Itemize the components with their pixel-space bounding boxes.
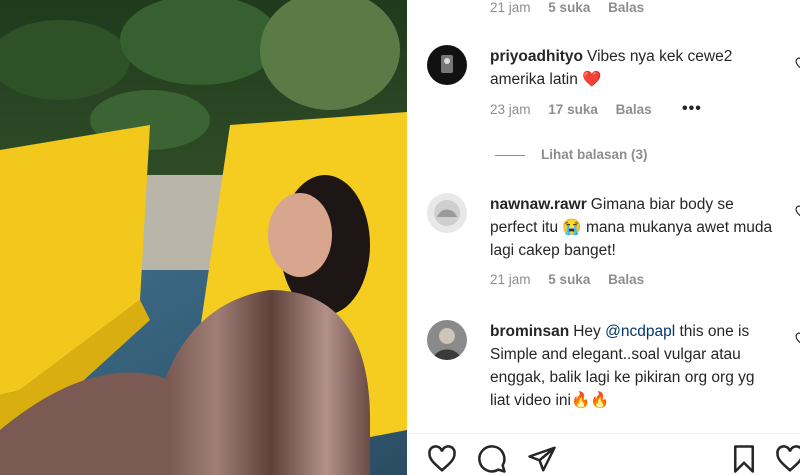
- reply-button[interactable]: Balas: [608, 272, 644, 287]
- reply-button[interactable]: Balas: [608, 0, 644, 15]
- avatar[interactable]: [427, 193, 467, 233]
- comment-time: 21 jam: [490, 272, 531, 287]
- heart-outline-icon[interactable]: [795, 332, 800, 346]
- comment-text: brominsan Hey @ncdpapl this one is Simple…: [490, 320, 775, 412]
- replies-divider: [495, 154, 525, 156]
- bookmark-icon[interactable]: [729, 444, 759, 474]
- avatar[interactable]: [427, 320, 467, 360]
- comment-meta: 21 jam 5 suka Balas: [490, 272, 658, 287]
- more-options-icon[interactable]: •••: [682, 100, 702, 118]
- comment-username[interactable]: nawnaw.rawr: [490, 196, 587, 213]
- post-photo-graphic: [0, 0, 407, 475]
- post-photo: [0, 0, 407, 475]
- heart-outline-icon[interactable]: [775, 444, 800, 474]
- avatar-image: [427, 193, 467, 233]
- action-bar: [407, 434, 800, 475]
- avatar-image: [427, 45, 467, 85]
- send-icon[interactable]: [527, 444, 557, 474]
- heart-icon[interactable]: [427, 444, 457, 474]
- comment-username[interactable]: priyoadhityo: [490, 48, 583, 65]
- comment-likes[interactable]: 5 suka: [548, 272, 590, 287]
- heart-outline-icon[interactable]: [795, 57, 800, 71]
- comment-text: priyoadhityo Vibes nya kek cewe2 amerika …: [490, 45, 775, 91]
- comment-likes[interactable]: 17 suka: [548, 102, 598, 117]
- avatar-image: [427, 320, 467, 360]
- view-replies-button[interactable]: Lihat balasan (3): [495, 147, 648, 162]
- mention-link[interactable]: @ncdpapl: [605, 323, 675, 340]
- comment-meta: 23 jam 17 suka Balas: [490, 102, 666, 117]
- comment-time: 23 jam: [490, 102, 531, 117]
- reply-button[interactable]: Balas: [616, 102, 652, 117]
- fire-emoji: 🔥🔥: [571, 392, 610, 409]
- comment-icon[interactable]: [477, 444, 507, 474]
- crying-emoji: 😭: [562, 219, 582, 236]
- avatar[interactable]: [427, 45, 467, 85]
- comment-time: 21 jam: [490, 0, 531, 15]
- comment-text: nawnaw.rawr Gimana biar body se perfect i…: [490, 193, 775, 262]
- heart-outline-icon[interactable]: [795, 205, 800, 219]
- previous-comment-meta: 21 jam 5 suka Balas: [490, 0, 658, 15]
- view-replies-label: Lihat balasan (3): [541, 147, 648, 162]
- red-heart-emoji: ❤️: [582, 71, 602, 88]
- comment-username[interactable]: brominsan: [490, 323, 569, 340]
- comment-likes[interactable]: 5 suka: [548, 0, 590, 15]
- comments-panel: 21 jam 5 suka Balas priyoadhityo Vibes ny…: [407, 0, 800, 475]
- comment-body-start: Hey: [573, 323, 606, 340]
